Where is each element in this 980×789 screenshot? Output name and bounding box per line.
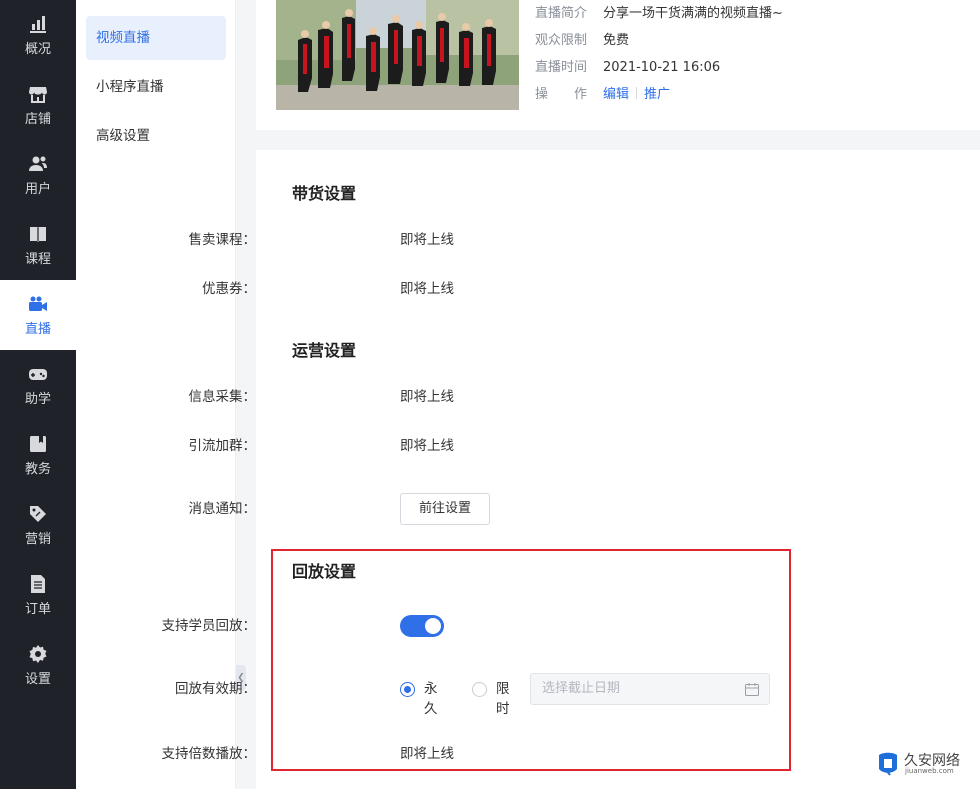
live-cover-image bbox=[276, 0, 519, 110]
info-collect-label: 信息采集： bbox=[188, 389, 257, 405]
audience-limit-value: 免费 bbox=[603, 33, 630, 48]
radio-limited[interactable] bbox=[472, 682, 487, 697]
calendar-icon bbox=[745, 683, 759, 696]
speed-play-label: 支持倍数播放： bbox=[161, 746, 257, 762]
operation-settings-title: 运营设置 bbox=[292, 341, 357, 360]
live-intro-label: 直播简介 bbox=[535, 6, 588, 21]
live-time-row: 直播时间 2021-10-21 16:06 bbox=[535, 58, 720, 78]
nav-item-store[interactable]: 店铺 bbox=[0, 70, 76, 140]
replay-settings-title: 回放设置 bbox=[292, 562, 357, 581]
nav-item-label: 用户 bbox=[24, 181, 51, 197]
users-icon bbox=[29, 156, 47, 171]
nav-item-label: 店铺 bbox=[24, 111, 51, 127]
submenu-item-miniapp-live[interactable]: 小程序直播 bbox=[86, 65, 226, 109]
nav-item-label: 直播 bbox=[24, 321, 51, 337]
site-watermark: 久安网络 jiuanweb.com bbox=[876, 751, 976, 779]
promote-link[interactable]: 推广 bbox=[644, 87, 670, 102]
live-time-label: 直播时间 bbox=[535, 60, 588, 75]
gamepad-icon bbox=[29, 368, 47, 380]
replay-support-toggle[interactable] bbox=[400, 615, 444, 637]
toggle-knob bbox=[425, 618, 441, 634]
nav-item-live[interactable]: 直播 bbox=[0, 280, 76, 350]
gear-icon bbox=[29, 644, 47, 663]
operations-row: 操 作编辑 推广 bbox=[535, 85, 670, 105]
nav-item-orders[interactable]: 订单 bbox=[0, 560, 76, 630]
live-intro-value: 分享一场干货满满的视频直播~ bbox=[603, 6, 783, 21]
nav-item-marketing[interactable]: 营销 bbox=[0, 490, 76, 560]
settings-card: 带货设置 售卖课程： 即将上线 优惠券： 即将上线 运营设置 信息采集： 即将上… bbox=[162, 150, 980, 789]
watermark-logo-icon bbox=[879, 752, 897, 776]
coupon-value: 即将上线 bbox=[400, 281, 454, 297]
submenu-item-video-live[interactable]: 视频直播 bbox=[86, 16, 226, 60]
document-icon bbox=[31, 574, 45, 593]
notebook-icon bbox=[30, 435, 46, 452]
audience-limit-label: 观众限制 bbox=[535, 33, 588, 48]
go-settings-button[interactable]: 前往设置 bbox=[400, 493, 490, 525]
nav-item-academic[interactable]: 教务 bbox=[0, 420, 76, 490]
nav-item-label: 设置 bbox=[24, 671, 51, 687]
nav-item-label: 概况 bbox=[24, 41, 51, 57]
tag-icon bbox=[30, 505, 46, 522]
radio-limited-label[interactable]: 限时 bbox=[496, 679, 510, 719]
coupon-label: 优惠券： bbox=[202, 281, 256, 297]
audience-limit-row: 观众限制 免费 bbox=[535, 31, 629, 51]
submenu-item-advanced-settings[interactable]: 高级设置 bbox=[86, 114, 226, 158]
nav-item-settings[interactable]: 设置 bbox=[0, 630, 76, 700]
nav-item-study-aid[interactable]: 助学 bbox=[0, 350, 76, 420]
group-join-label: 引流加群： bbox=[188, 438, 257, 454]
nav-item-label: 教务 bbox=[24, 461, 51, 477]
radio-forever[interactable] bbox=[400, 682, 415, 697]
operations-label: 操 作 bbox=[535, 87, 588, 102]
store-icon bbox=[29, 86, 47, 103]
radio-forever-label[interactable]: 永久 bbox=[424, 679, 438, 719]
speed-play-value: 即将上线 bbox=[400, 746, 454, 762]
sell-course-value: 即将上线 bbox=[400, 232, 454, 248]
message-notify-label: 消息通知： bbox=[188, 501, 257, 517]
book-icon bbox=[30, 226, 46, 242]
nav-item-users[interactable]: 用户 bbox=[0, 140, 76, 210]
replay-support-label: 支持学员回放： bbox=[161, 618, 257, 634]
video-camera-icon bbox=[29, 296, 47, 311]
edit-link[interactable]: 编辑 bbox=[603, 87, 629, 102]
expiry-date-picker[interactable]: 选择截止日期 bbox=[530, 673, 770, 705]
date-placeholder: 选择截止日期 bbox=[542, 681, 621, 696]
group-join-value: 即将上线 bbox=[400, 438, 454, 454]
live-time-value: 2021-10-21 16:06 bbox=[603, 60, 721, 75]
live-intro-row: 直播简介 分享一场干货满满的视频直播~ bbox=[535, 4, 783, 24]
nav-item-overview[interactable]: 概况 bbox=[0, 0, 76, 70]
link-divider bbox=[636, 87, 638, 99]
nav-item-label: 营销 bbox=[24, 531, 51, 547]
nav-item-label: 课程 bbox=[24, 251, 51, 267]
watermark-url: jiuanweb.com bbox=[905, 767, 954, 775]
chart-icon bbox=[30, 15, 46, 33]
sell-course-label: 售卖课程： bbox=[188, 232, 257, 248]
main-nav: 概况 店铺 用户 课程 直播 助学 教务 营销 订单 设置 bbox=[0, 0, 76, 789]
info-collect-value: 即将上线 bbox=[400, 389, 454, 405]
sales-settings-title: 带货设置 bbox=[292, 184, 357, 203]
nav-item-label: 订单 bbox=[24, 601, 51, 617]
nav-item-label: 助学 bbox=[24, 391, 51, 407]
replay-validity-label: 回放有效期： bbox=[175, 681, 256, 697]
nav-item-courses[interactable]: 课程 bbox=[0, 210, 76, 280]
live-info-card: 直播简介 分享一场干货满满的视频直播~ 观众限制 免费 直播时间 2021-10-21… bbox=[256, 0, 980, 130]
